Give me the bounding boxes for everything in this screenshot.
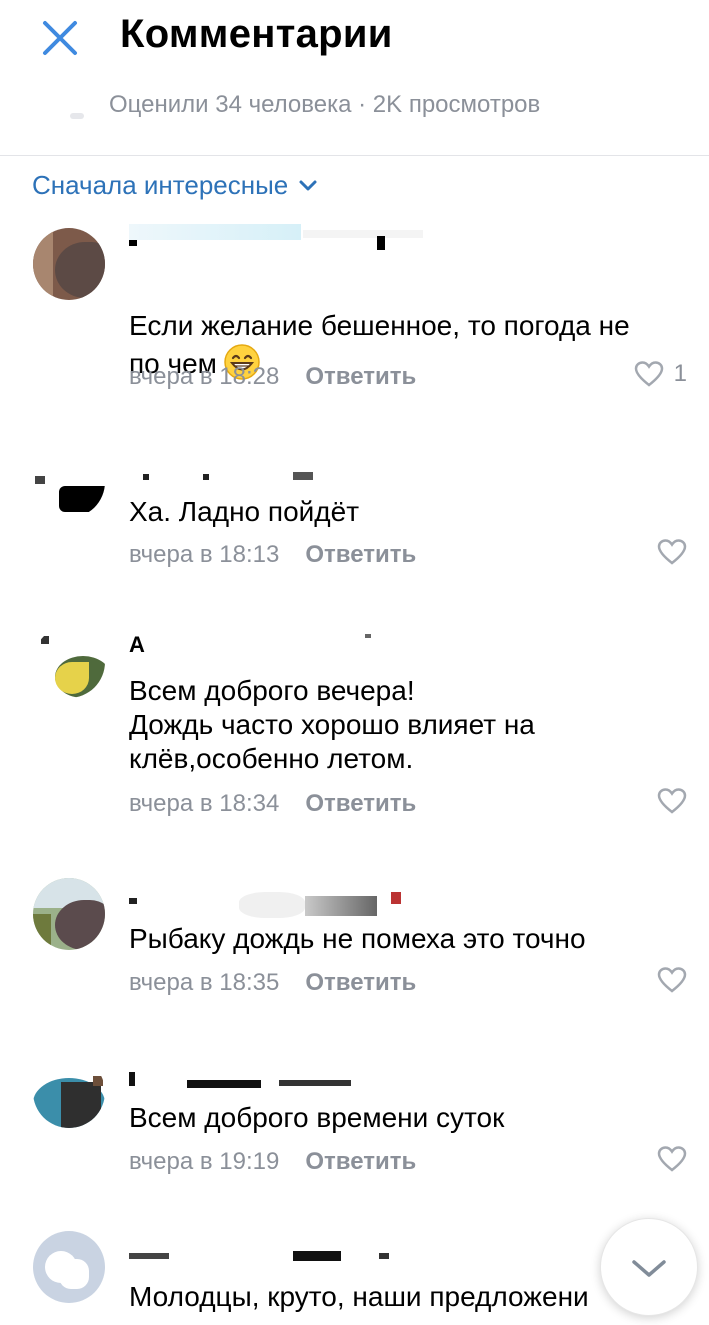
- avatar[interactable]: [33, 626, 105, 698]
- header: Комментарии Оценили 34 человека · 2K про…: [0, 0, 709, 156]
- comment-time[interactable]: вчера в 18:28: [129, 363, 279, 391]
- avatar[interactable]: [33, 878, 105, 950]
- comment-time[interactable]: вчера в 19:19: [129, 1148, 279, 1176]
- chevron-down-icon: [632, 1260, 666, 1277]
- avatar[interactable]: [33, 1056, 105, 1128]
- scroll-down-button[interactable]: [600, 1218, 698, 1316]
- reply-button[interactable]: Ответить: [305, 541, 416, 569]
- comment-item: А Всем доброго вечера! Дождь часто хорош…: [0, 620, 709, 840]
- comment-text: Рыбаку дождь не помеха это точно: [129, 923, 586, 954]
- reaction-avatar: [70, 113, 84, 119]
- heart-icon: [634, 361, 663, 387]
- comment-text: Ха. Ладно пойдёт: [129, 496, 360, 527]
- sort-dropdown[interactable]: Сначала интересные: [32, 170, 318, 201]
- reply-button[interactable]: Ответить: [305, 363, 416, 391]
- comment-time[interactable]: вчера в 18:13: [129, 541, 279, 569]
- sort-label: Сначала интересные: [32, 170, 289, 200]
- comment-time[interactable]: вчера в 18:34: [129, 790, 279, 818]
- page-title: Комментарии: [120, 12, 393, 56]
- post-stats[interactable]: Оценили 34 человека · 2K просмотров: [109, 91, 540, 119]
- like-button[interactable]: [657, 538, 687, 566]
- comment-item: Всем доброго времени суток вчера в 19:19…: [0, 1050, 709, 1200]
- avatar[interactable]: [33, 228, 105, 300]
- like-count: 1: [673, 360, 687, 387]
- comment-item: Если желание бешенное, то погода не по ч…: [0, 222, 709, 422]
- reply-button[interactable]: Ответить: [305, 790, 416, 818]
- heart-icon: [657, 788, 687, 814]
- comment-text: Молодцы, круто, наши предложени: [129, 1281, 589, 1312]
- comment-author-initial: А: [129, 632, 145, 657]
- like-button[interactable]: 1: [634, 360, 687, 388]
- like-button[interactable]: [657, 787, 687, 815]
- comment-author[interactable]: [129, 224, 429, 250]
- reply-button[interactable]: Ответить: [305, 1148, 416, 1176]
- comment-author[interactable]: [129, 1068, 369, 1088]
- heart-icon: [657, 967, 687, 993]
- comment-item: Рыбаку дождь не помеха это точно вчера в…: [0, 870, 709, 1030]
- close-icon: [43, 21, 77, 55]
- comment-text: Всем доброго времени суток: [129, 1102, 505, 1133]
- comment-author[interactable]: [129, 466, 429, 486]
- comment-meta: вчера в 18:34 Ответить: [129, 790, 416, 818]
- heart-icon: [657, 1146, 687, 1172]
- like-button[interactable]: [657, 1145, 687, 1173]
- comment-meta: вчера в 18:13 Ответить: [129, 541, 416, 569]
- comment-item: Ха. Ладно пойдёт вчера в 18:13 Ответить: [0, 440, 709, 600]
- close-button[interactable]: [40, 18, 80, 58]
- comment-meta: вчера в 18:28 Ответить: [129, 363, 416, 391]
- avatar[interactable]: [33, 446, 105, 518]
- comment-author[interactable]: [129, 1245, 399, 1265]
- comment-time[interactable]: вчера в 18:35: [129, 969, 279, 997]
- comment-meta: вчера в 19:19 Ответить: [129, 1148, 416, 1176]
- comment-meta: вчера в 18:35 Ответить: [129, 969, 416, 997]
- chevron-down-icon: [299, 180, 317, 190]
- comment-author[interactable]: А: [129, 632, 429, 657]
- avatar[interactable]: [33, 1231, 105, 1303]
- reply-button[interactable]: Ответить: [305, 969, 416, 997]
- comment-text: Всем доброго вечера! Дождь часто хорошо …: [129, 675, 535, 774]
- heart-icon: [657, 539, 687, 565]
- comment-author[interactable]: [129, 888, 419, 918]
- like-button[interactable]: [657, 966, 687, 994]
